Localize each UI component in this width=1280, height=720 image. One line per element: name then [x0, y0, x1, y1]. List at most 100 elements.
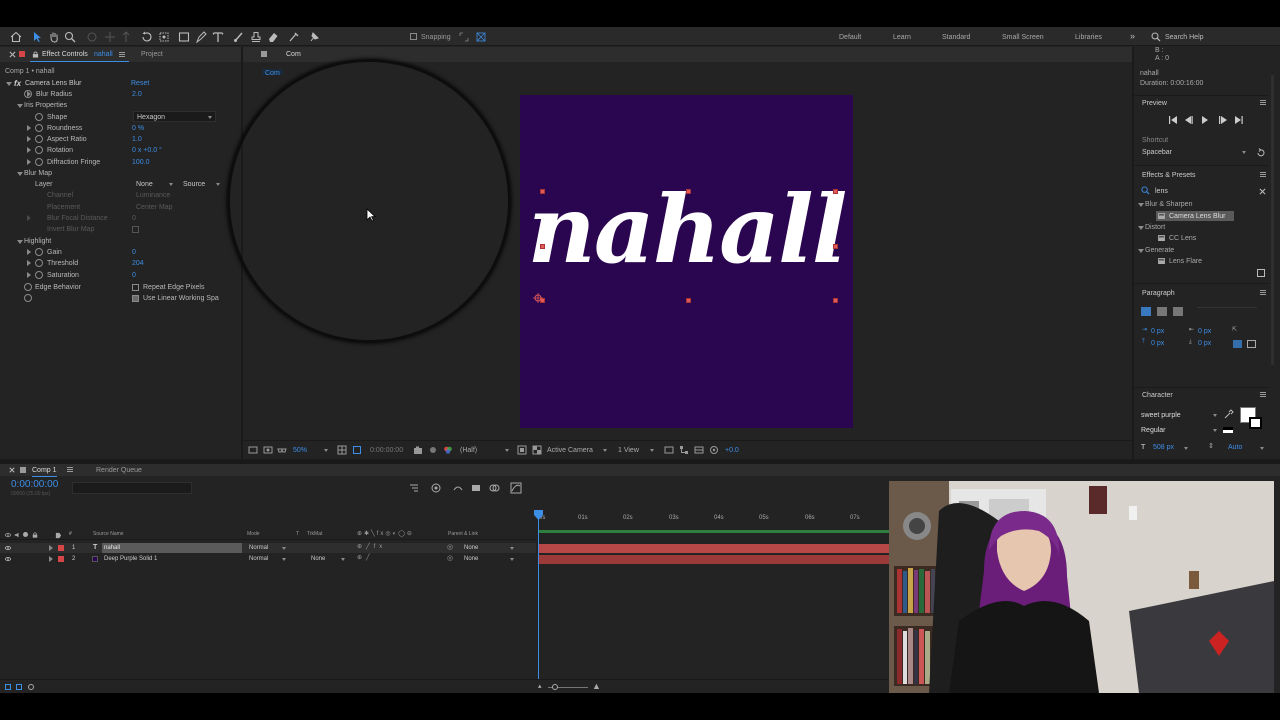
font-style-dropdown[interactable]: Regular	[1141, 425, 1221, 435]
panel-menu-icon[interactable]	[119, 52, 125, 57]
fx-icon[interactable]: fx	[14, 80, 21, 88]
anchor-point-icon[interactable]	[532, 292, 544, 304]
indent-left-icon[interactable]: ⇥	[1142, 327, 1147, 333]
frame-blending-icon[interactable]	[470, 482, 482, 494]
stopwatch-icon[interactable]	[35, 135, 43, 143]
comp-tab-label[interactable]: Com	[286, 51, 301, 58]
gain-expand[interactable]	[27, 249, 31, 255]
ltr-direction-icon[interactable]	[1233, 340, 1242, 348]
viewport[interactable]: nahall	[227, 59, 1129, 447]
stopwatch-icon[interactable]	[35, 271, 43, 279]
shape-dropdown[interactable]: Hexagon	[133, 111, 216, 122]
blend-mode-dropdown[interactable]: Normal	[249, 545, 268, 551]
aspect-ratio-expand[interactable]	[27, 136, 31, 142]
graph-editor-icon[interactable]	[510, 482, 522, 494]
stopwatch-icon[interactable]	[35, 124, 43, 132]
blend-mode-dropdown[interactable]: Normal	[249, 556, 268, 562]
space-before-value[interactable]: 0 px	[1151, 340, 1164, 347]
playhead-line[interactable]	[538, 511, 539, 693]
puppet-pin-tool-icon[interactable]	[308, 31, 320, 43]
snapshot-camera-icon[interactable]	[413, 445, 423, 455]
reset-icon[interactable]	[1256, 148, 1266, 158]
hand-tool-icon[interactable]	[48, 31, 60, 43]
region-of-interest-icon[interactable]	[352, 445, 362, 455]
trkmat-dropdown[interactable]: None	[311, 556, 325, 562]
parent-dropdown[interactable]: None	[464, 556, 478, 562]
selection-tool-icon[interactable]	[31, 31, 43, 43]
layer-label-color[interactable]	[58, 545, 64, 551]
shy-layers-icon[interactable]	[452, 482, 464, 494]
close-panel-icon[interactable]	[9, 51, 16, 58]
layer-handle-bottom-right[interactable]	[833, 298, 838, 303]
rotate-tool-icon[interactable]	[141, 31, 153, 43]
stopwatch-icon[interactable]	[35, 158, 43, 166]
toggle-render-time-icon[interactable]	[28, 684, 34, 690]
timeline-search-input[interactable]	[72, 482, 192, 494]
zoom-out-icon[interactable]: ▴	[538, 683, 542, 690]
snap-grid-icon[interactable]	[475, 31, 487, 43]
comp-mini-flowchart-icon[interactable]	[408, 482, 420, 494]
stopwatch-icon[interactable]	[35, 113, 43, 121]
panel-menu-icon[interactable]	[1260, 290, 1266, 295]
blur-radius-value[interactable]: 2.0	[132, 91, 142, 98]
right-scrollbar[interactable]	[1271, 75, 1274, 365]
workspace-small-screen[interactable]: Small Screen	[1002, 34, 1044, 41]
layer-handle-top-left[interactable]	[540, 189, 545, 194]
no-fill-icon[interactable]	[1223, 427, 1233, 433]
space-before-icon[interactable]: ⤒	[1142, 339, 1145, 345]
toggle-pixel-aspect-icon[interactable]	[664, 445, 674, 455]
resolution-dropdown[interactable]: (Half)	[460, 447, 477, 454]
indent-right-value[interactable]: 0 px	[1198, 328, 1211, 335]
threshold-expand[interactable]	[27, 260, 31, 266]
pickwhip-icon[interactable]: ◎	[447, 555, 453, 562]
stopwatch-icon[interactable]	[24, 90, 32, 98]
layer-switches[interactable]: ⊕╱fx	[357, 544, 386, 550]
layer-row[interactable]: 1 T nahall Normal ⊕╱fx ◎ None	[0, 543, 536, 553]
eyedropper-icon[interactable]	[1224, 409, 1234, 419]
close-panel-icon[interactable]	[9, 467, 15, 473]
pan-behind-tool-icon[interactable]	[158, 31, 170, 43]
eye-icon[interactable]	[5, 545, 11, 551]
layer-handle-bottom-center[interactable]	[686, 298, 691, 303]
panel-menu-icon[interactable]	[1260, 100, 1266, 105]
3d-glasses-icon[interactable]	[277, 445, 287, 455]
layer-handle-mid-right[interactable]	[833, 244, 838, 249]
layer-name[interactable]: Deep Purple Solid 1	[104, 556, 157, 562]
tree-toggle[interactable]	[1138, 249, 1144, 253]
leading-value[interactable]: Auto	[1228, 444, 1242, 451]
type-tool-icon[interactable]	[212, 31, 224, 43]
zoom-in-icon[interactable]: ▲	[592, 682, 601, 691]
eye-icon[interactable]	[5, 556, 11, 562]
align-right-icon[interactable]	[1173, 307, 1183, 316]
col-source-name[interactable]: Source Name	[93, 532, 124, 537]
rotation-expand[interactable]	[27, 147, 31, 153]
timeline-tracks[interactable]: 0s 01s 02s 03s 04s 05s 06s 07s	[534, 476, 890, 693]
align-center-icon[interactable]	[1157, 307, 1167, 316]
tree-toggle[interactable]	[1138, 203, 1144, 207]
zoom-slider-thumb[interactable]	[552, 684, 558, 690]
brush-tool-icon[interactable]	[233, 31, 245, 43]
tab-effect-controls[interactable]: Effect Controls nahall	[30, 47, 129, 62]
tree-item-cc-lens[interactable]: CC Lens	[1169, 235, 1196, 242]
threshold-value[interactable]: 204	[132, 260, 144, 267]
align-left-icon[interactable]	[1141, 307, 1151, 316]
tab-project[interactable]: Project	[141, 51, 163, 58]
workspace-default[interactable]: Default	[839, 34, 861, 41]
saturation-value[interactable]: 0	[132, 272, 136, 279]
transparency-grid-icon[interactable]	[532, 445, 542, 455]
grid-guides-icon[interactable]	[337, 445, 347, 455]
show-snapshot-icon[interactable]	[428, 445, 438, 455]
layer-switches[interactable]: ⊕╱	[357, 555, 374, 561]
new-preset-icon[interactable]	[1257, 269, 1265, 277]
saturation-expand[interactable]	[27, 272, 31, 278]
zoom-dropdown[interactable]: 50%	[293, 447, 307, 454]
roundness-expand[interactable]	[27, 125, 31, 131]
toggle-switches-icon[interactable]	[5, 684, 11, 690]
stopwatch-icon[interactable]	[35, 146, 43, 154]
tree-group-generate[interactable]: Generate	[1145, 247, 1174, 254]
layer-name-field[interactable]: nahall	[102, 543, 242, 553]
effect-expand-toggle[interactable]	[6, 82, 12, 86]
indent-right-icon[interactable]: ⇤	[1189, 327, 1194, 333]
gain-value[interactable]: 0	[132, 249, 136, 256]
tree-group-distort[interactable]: Distort	[1145, 224, 1165, 231]
